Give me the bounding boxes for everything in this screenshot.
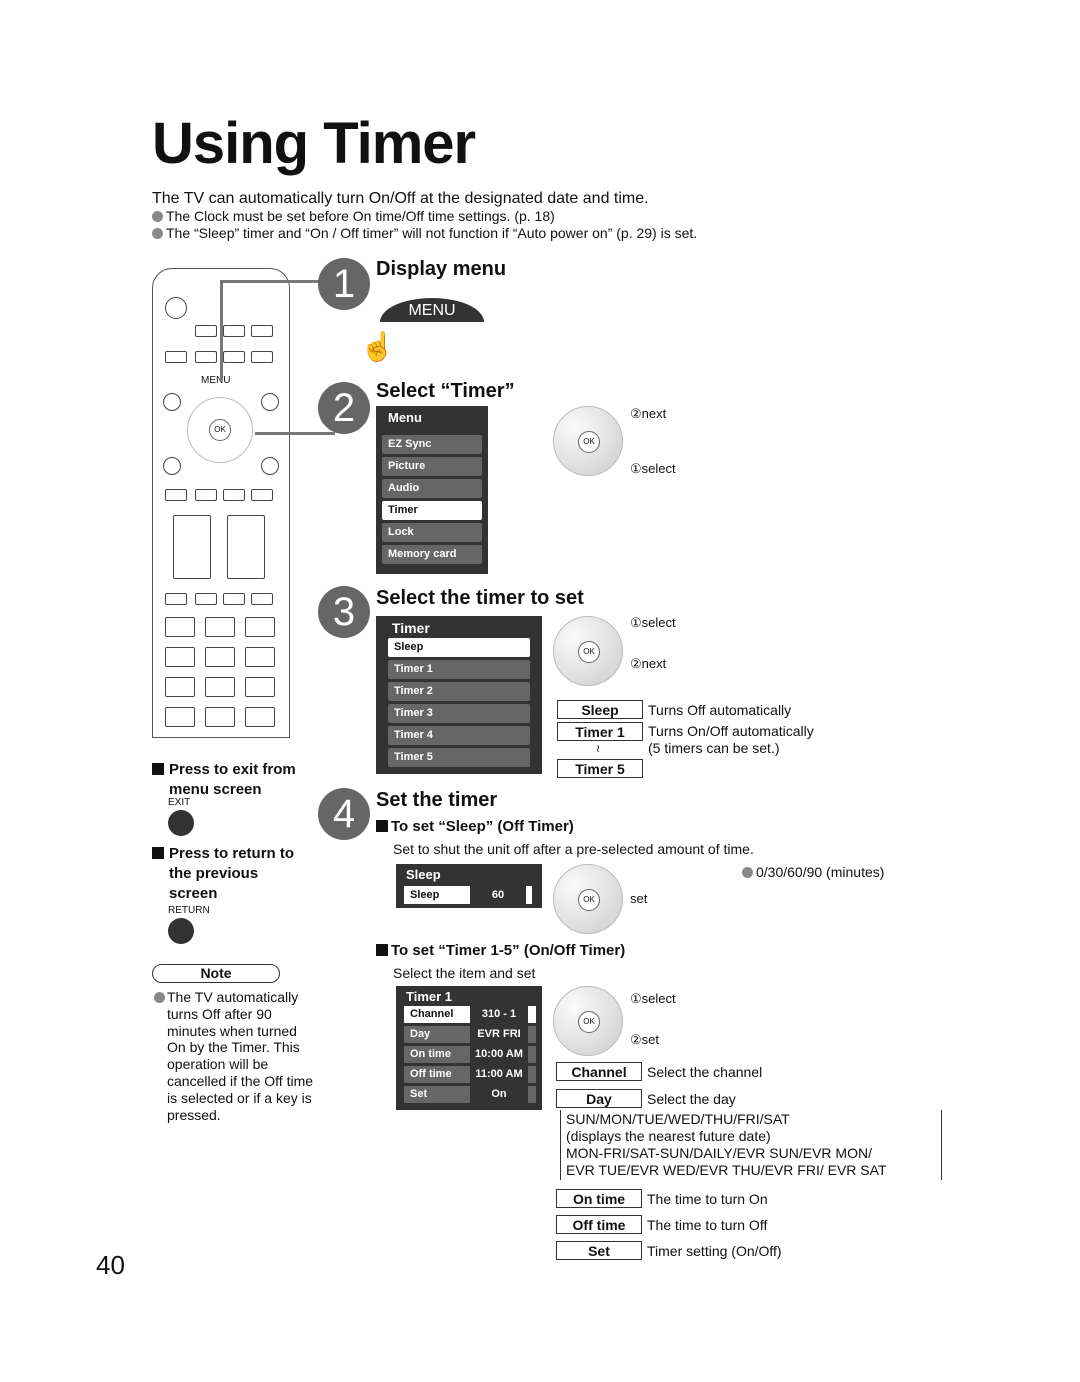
sleep-heading: To set “Sleep” (Off Timer): [391, 818, 574, 835]
page-number: 40: [96, 1250, 125, 1280]
row-label: Day: [410, 1028, 431, 1040]
row-value: EVR FRI: [470, 1026, 528, 1043]
sleep-value: 60: [470, 886, 526, 904]
timer-item-sleep[interactable]: Sleep: [388, 638, 530, 657]
step-1-title: Display menu: [376, 258, 507, 280]
timer-item-3[interactable]: Timer 3: [388, 704, 530, 723]
bullet-2: The “Sleep” timer and “On / Off timer” w…: [152, 225, 697, 241]
dpad-icon: OK: [553, 616, 623, 686]
bullet-1: The Clock must be set before On time/Off…: [152, 208, 555, 224]
return-heading: Press to return to the previous screen: [169, 845, 295, 902]
timer-heading: To set “Timer 1-5” (On/Off Timer): [391, 942, 626, 959]
row-label: Off time: [410, 1068, 452, 1080]
dpad-icon: OK: [553, 864, 623, 934]
timer-item-4[interactable]: Timer 4: [388, 726, 530, 745]
sleep-osd: Sleep Sleep 60: [396, 864, 542, 908]
note-text: The TV automatically turns Off after 90 …: [167, 989, 314, 1123]
step-3-number: 3: [318, 586, 370, 638]
step-2-number: 2: [318, 382, 370, 434]
finger-icon: ☝: [360, 331, 395, 362]
timer-setting-row[interactable]: Channel 310 - 1: [404, 1006, 536, 1023]
row-value: On: [470, 1086, 528, 1103]
row-label: Set: [410, 1088, 428, 1100]
timer-item-2[interactable]: Timer 2: [388, 682, 530, 701]
intro-text: The TV can automatically turn On/Off at …: [152, 190, 649, 207]
day-options: SUN/MON/TUE/WED/THU/FRI/SAT (displays the…: [566, 1111, 887, 1178]
return-button[interactable]: [168, 918, 194, 944]
note-label: Note: [152, 964, 280, 983]
menu-item-picture[interactable]: Picture: [382, 457, 482, 476]
step-4-number: 4: [318, 788, 370, 840]
exit-button[interactable]: [168, 810, 194, 836]
step-4-title: Set the timer: [376, 789, 498, 811]
remote-menu-label: MENU: [201, 375, 231, 386]
timer-item-1[interactable]: Timer 1: [388, 660, 530, 679]
row-value: 310 - 1: [470, 1006, 528, 1023]
row-value: 10:00 AM: [470, 1046, 528, 1063]
menu-item-timer[interactable]: Timer: [382, 501, 482, 520]
dpad-icon: OK: [553, 986, 623, 1056]
timer-menu-osd: Timer Sleep Timer 1 Timer 2 Timer 3 Time…: [376, 616, 542, 774]
timer-setting-row[interactable]: Set On: [404, 1086, 536, 1103]
row-label: On time: [410, 1048, 451, 1060]
step-2-title: Select “Timer”: [376, 380, 515, 402]
step-1-number: 1: [318, 258, 370, 310]
timer-setting-row[interactable]: On time 10:00 AM: [404, 1046, 536, 1063]
exit-heading: Press to exit from menu screen: [169, 761, 296, 798]
timer-item-5[interactable]: Timer 5: [388, 748, 530, 767]
timer-setting-row[interactable]: Day EVR FRI: [404, 1026, 536, 1043]
row-label: Channel: [410, 1008, 454, 1020]
timer-setting-row[interactable]: Off time 11:00 AM: [404, 1066, 536, 1083]
row-value: 11:00 AM: [470, 1066, 528, 1083]
menu-item-memory-card[interactable]: Memory card: [382, 545, 482, 564]
menu-item-ez-sync[interactable]: EZ Sync: [382, 435, 482, 454]
page-title: Using Timer: [152, 111, 476, 176]
menu-item-audio[interactable]: Audio: [382, 479, 482, 498]
menu-button[interactable]: MENU: [380, 298, 484, 322]
sleep-row[interactable]: Sleep 60: [404, 886, 532, 904]
menu-item-lock[interactable]: Lock: [382, 523, 482, 542]
step-3-title: Select the timer to set: [376, 587, 584, 609]
dpad-icon: OK: [553, 406, 623, 476]
main-menu-osd: Menu EZ Sync Picture Audio Timer Lock Me…: [376, 406, 488, 574]
